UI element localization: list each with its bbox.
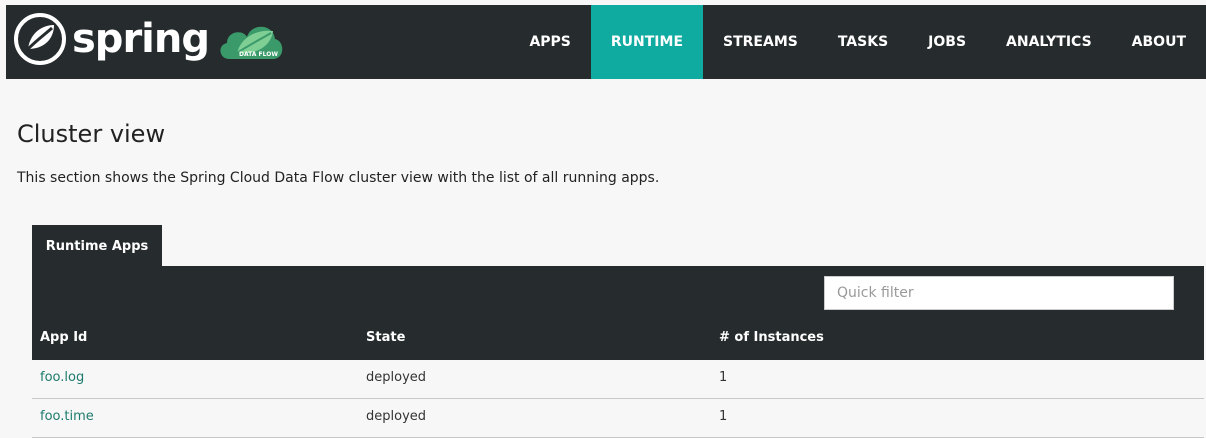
page-title: Cluster view [17, 120, 166, 148]
spring-logo[interactable]: spring DATA FLOW [14, 11, 287, 67]
app-state: deployed [366, 409, 427, 424]
column-header-app-id[interactable]: App Id [40, 330, 87, 345]
data-flow-badge: DATA FLOW [239, 51, 278, 58]
table-row: foo.time deployed 1 [32, 399, 1204, 438]
spring-leaf-icon [14, 13, 66, 65]
table-row: foo.log deployed 1 [32, 360, 1204, 399]
column-header-state[interactable]: State [366, 330, 405, 345]
app-id-link[interactable]: foo.time [40, 409, 94, 424]
app-state: deployed [366, 370, 427, 385]
column-header-instances[interactable]: # of Instances [719, 330, 824, 345]
nav-apps[interactable]: APPS [509, 5, 590, 79]
main-nav: APPS RUNTIME STREAMS TASKS JOBS ANALYTIC… [509, 5, 1206, 79]
top-navigation-bar: spring DATA FLOW APPS RUNTIME STREAMS TA… [6, 5, 1206, 79]
nav-jobs[interactable]: JOBS [908, 5, 986, 79]
app-instances: 1 [719, 409, 728, 424]
nav-runtime[interactable]: RUNTIME [590, 5, 704, 79]
data-flow-cloud-icon: DATA FLOW [220, 26, 283, 59]
nav-tasks[interactable]: TASKS [818, 5, 908, 79]
tab-runtime-apps[interactable]: Runtime Apps [32, 225, 162, 267]
quick-filter-input[interactable] [824, 276, 1174, 310]
app-id-link[interactable]: foo.log [40, 370, 84, 385]
app-instances: 1 [719, 370, 728, 385]
brand-name: spring [72, 16, 210, 62]
nav-about[interactable]: ABOUT [1112, 5, 1206, 79]
nav-streams[interactable]: STREAMS [703, 5, 818, 79]
page-description: This section shows the Spring Cloud Data… [17, 170, 660, 186]
nav-analytics[interactable]: ANALYTICS [986, 5, 1112, 79]
